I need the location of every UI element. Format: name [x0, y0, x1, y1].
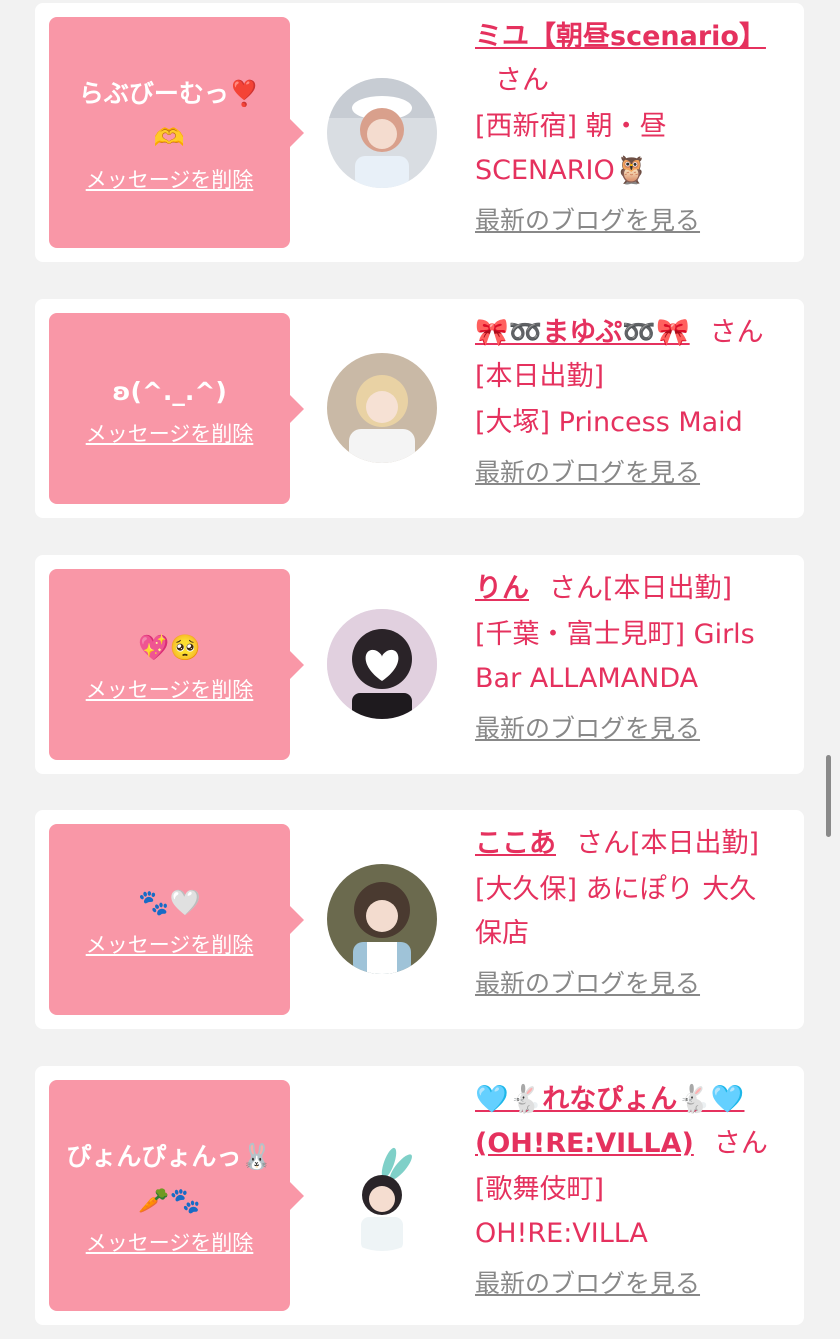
message-bubble: ぴょんぴょんっ🐰 🥕🐾 メッセージを削除	[49, 1080, 304, 1311]
profile-info: 🩵🐇れなぴょん🐇🩵(OH!RE:VILLA) さん [歌舞伎町] OH!RE:VI…	[475, 1078, 778, 1300]
profile-info: りん さん[本日出勤] [千葉・富士見町] Girls Bar ALLAMANDA…	[475, 567, 778, 745]
delete-message-link[interactable]: メッセージを削除	[86, 1227, 254, 1257]
message-text: 💖🥺	[138, 632, 201, 662]
latest-blog-link[interactable]: 最新のブログを見る	[475, 1264, 700, 1300]
honorific: さん	[549, 573, 603, 604]
message-card: 🐾🤍 メッセージを削除 ここあ さん[本日出勤] [大久保] あにぽり 大久保店 …	[35, 810, 804, 1029]
name-line: ここあ さん[本日出勤]	[475, 822, 778, 866]
work-status: [本日出勤]	[630, 828, 760, 859]
message-text: ぴょんぴょんっ🐰 🥕🐾	[66, 1141, 273, 1215]
avatar[interactable]	[327, 78, 437, 188]
shop-location: [西新宿] 朝・昼SCENARIO🦉	[475, 111, 667, 186]
message-card: ぴょんぴょんっ🐰 🥕🐾 メッセージを削除 🩵🐇れなぴょん🐇🩵(OH!RE:VIL…	[35, 1066, 804, 1325]
name-line: 🩵🐇れなぴょん🐇🩵(OH!RE:VILLA) さん	[475, 1078, 778, 1166]
avatar[interactable]	[327, 864, 437, 974]
message-text: ʚ(^._.^)	[112, 376, 227, 406]
profile-info: ここあ さん[本日出勤] [大久保] あにぽり 大久保店 最新のブログを見る	[475, 822, 778, 1000]
message-bubble: ʚ(^._.^) メッセージを削除	[49, 313, 304, 504]
shop-location: [大久保] あにぽり 大久保店	[475, 874, 757, 949]
work-status: [本日出勤]	[603, 573, 733, 604]
latest-blog-link[interactable]: 最新のブログを見る	[475, 964, 700, 1000]
shop-location: [歌舞伎町] OH!RE:VILLA	[475, 1174, 648, 1249]
delete-message-link[interactable]: メッセージを削除	[86, 929, 254, 959]
message-card: らぶびーむっ❣️ 🫶 メッセージを削除 ミユ【朝昼scenario】さん [西新…	[35, 3, 804, 262]
delete-message-link[interactable]: メッセージを削除	[86, 418, 254, 448]
cast-name-link[interactable]: 🩵🐇れなぴょん🐇🩵(OH!RE:VILLA)	[475, 1084, 744, 1159]
honorific: さん	[495, 65, 549, 96]
latest-blog-link[interactable]: 最新のブログを見る	[475, 201, 700, 237]
latest-blog-link[interactable]: 最新のブログを見る	[475, 709, 700, 745]
message-bubble: 🐾🤍 メッセージを削除	[49, 824, 304, 1015]
name-line: りん さん[本日出勤]	[475, 567, 778, 611]
message-card: 💖🥺 メッセージを削除 りん さん[本日出勤] [千葉・富士見町] Girls B…	[35, 555, 804, 774]
cast-name-link[interactable]: りん	[475, 573, 529, 604]
message-bubble: 💖🥺 メッセージを削除	[49, 569, 304, 760]
message-text: らぶびーむっ❣️ 🫶	[78, 78, 261, 152]
profile-info: ミユ【朝昼scenario】さん [西新宿] 朝・昼SCENARIO🦉 最新のブ…	[475, 15, 778, 237]
work-status: [本日出勤]	[475, 361, 605, 392]
message-bubble: らぶびーむっ❣️ 🫶 メッセージを削除	[49, 17, 304, 248]
cast-name-link[interactable]: ここあ	[475, 828, 556, 859]
cast-name-link[interactable]: 🎀➿まゆぷ➿🎀	[475, 317, 690, 348]
shop-location: [大塚] Princess Maid	[475, 407, 743, 438]
avatar[interactable]	[327, 609, 437, 719]
avatar[interactable]	[327, 1141, 437, 1251]
avatar[interactable]	[327, 353, 437, 463]
message-text: 🐾🤍	[138, 887, 201, 917]
honorific: さん	[709, 317, 764, 348]
scrollbar[interactable]	[826, 755, 831, 837]
shop-location: [千葉・富士見町] Girls Bar ALLAMANDA	[475, 619, 755, 694]
message-card: ʚ(^._.^) メッセージを削除 🎀➿まゆぷ➿🎀 さん [本日出勤] [大塚] P…	[35, 299, 804, 518]
honorific: さん	[576, 828, 630, 859]
profile-info: 🎀➿まゆぷ➿🎀 さん [本日出勤] [大塚] Princess Maid 最新のブロ…	[475, 311, 778, 489]
name-line: ミユ【朝昼scenario】さん	[475, 15, 778, 103]
name-line: 🎀➿まゆぷ➿🎀 さん [本日出勤]	[475, 311, 778, 399]
delete-message-link[interactable]: メッセージを削除	[86, 674, 254, 704]
cast-name-link[interactable]: ミユ【朝昼scenario】	[475, 21, 766, 52]
latest-blog-link[interactable]: 最新のブログを見る	[475, 453, 700, 489]
delete-message-link[interactable]: メッセージを削除	[86, 164, 254, 194]
honorific: さん	[713, 1128, 768, 1159]
